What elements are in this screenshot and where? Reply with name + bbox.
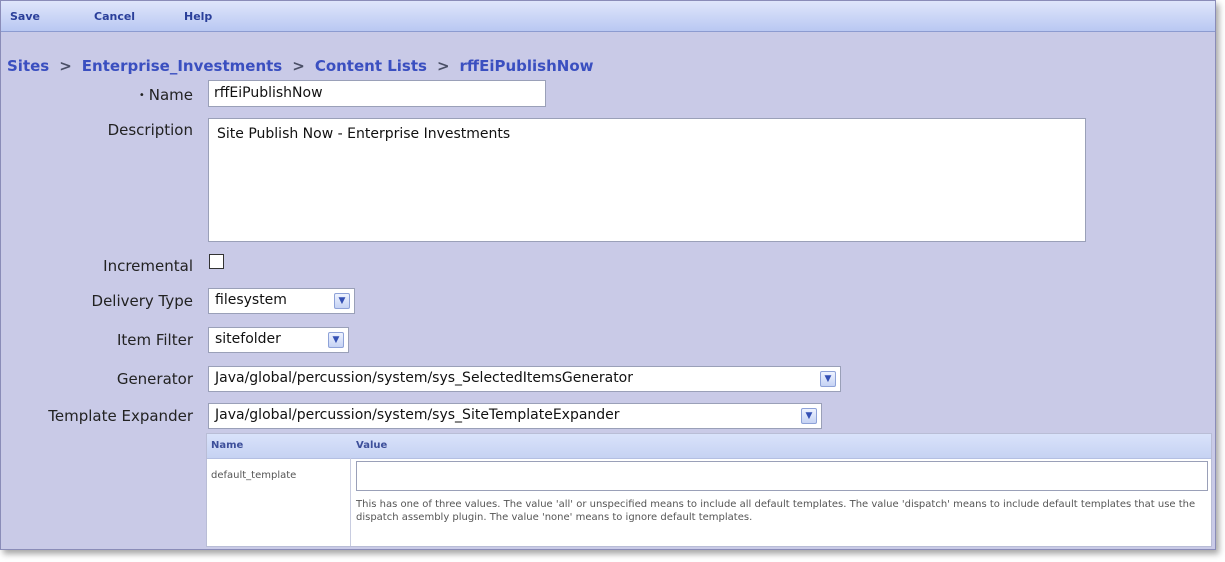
incremental-label: Incremental	[103, 257, 193, 275]
breadcrumb-content-lists[interactable]: Content Lists	[315, 57, 427, 75]
template-expander-value: Java/global/percussion/system/sys_SiteTe…	[215, 407, 620, 423]
param-value-input[interactable]	[356, 461, 1208, 491]
parameters-header: Name Value	[207, 434, 1211, 459]
item-filter-value: sitefolder	[215, 331, 281, 347]
breadcrumb-site[interactable]: Enterprise_Investments	[82, 57, 282, 75]
description-label: Description	[107, 121, 193, 139]
column-divider	[350, 458, 351, 546]
description-textarea[interactable]: Site Publish Now - Enterprise Investment…	[208, 118, 1086, 242]
generator-label: Generator	[116, 370, 193, 388]
content-list-editor: Save Cancel Help Sites > Enterprise_Invest…	[0, 0, 1216, 550]
delivery-type-label: Delivery Type	[91, 292, 193, 310]
help-button[interactable]: Help	[184, 10, 212, 23]
template-expander-select[interactable]: Java/global/percussion/system/sys_SiteTe…	[208, 403, 822, 429]
toolbar: Save Cancel Help	[1, 1, 1215, 32]
incremental-checkbox[interactable]	[209, 254, 224, 269]
param-name: default_template	[211, 470, 297, 481]
param-name-header: Name	[211, 440, 244, 451]
parameters-table: Name Value default_template This has one…	[206, 433, 1212, 547]
template-expander-label: Template Expander	[48, 407, 193, 425]
breadcrumb-separator: >	[292, 57, 305, 75]
breadcrumb-separator: >	[59, 57, 72, 75]
chevron-down-icon[interactable]: ▼	[334, 293, 350, 309]
breadcrumb-current[interactable]: rffEiPublishNow	[460, 57, 594, 75]
generator-value: Java/global/percussion/system/sys_Select…	[215, 370, 634, 386]
param-help-text: This has one of three values. The value …	[356, 499, 1196, 523]
save-button[interactable]: Save	[10, 10, 40, 23]
chevron-down-icon[interactable]: ▼	[801, 408, 817, 424]
name-label: • Name	[138, 86, 193, 104]
delivery-type-select[interactable]: filesystem ▼	[208, 288, 355, 314]
cancel-button[interactable]: Cancel	[94, 10, 135, 23]
breadcrumb-separator: >	[436, 57, 450, 75]
item-filter-label: Item Filter	[116, 331, 193, 349]
breadcrumb-sites[interactable]: Sites	[7, 57, 49, 75]
param-value-header: Value	[356, 440, 388, 451]
delivery-type-value: filesystem	[215, 292, 287, 308]
name-input[interactable]: rffEiPublishNow	[208, 80, 546, 107]
required-marker: •	[138, 90, 145, 101]
generator-select[interactable]: Java/global/percussion/system/sys_Select…	[208, 366, 841, 392]
breadcrumb: Sites > Enterprise_Investments > Content Lis…	[7, 57, 593, 75]
item-filter-select[interactable]: sitefolder ▼	[208, 327, 349, 353]
chevron-down-icon[interactable]: ▼	[328, 332, 344, 348]
chevron-down-icon[interactable]: ▼	[820, 371, 836, 387]
